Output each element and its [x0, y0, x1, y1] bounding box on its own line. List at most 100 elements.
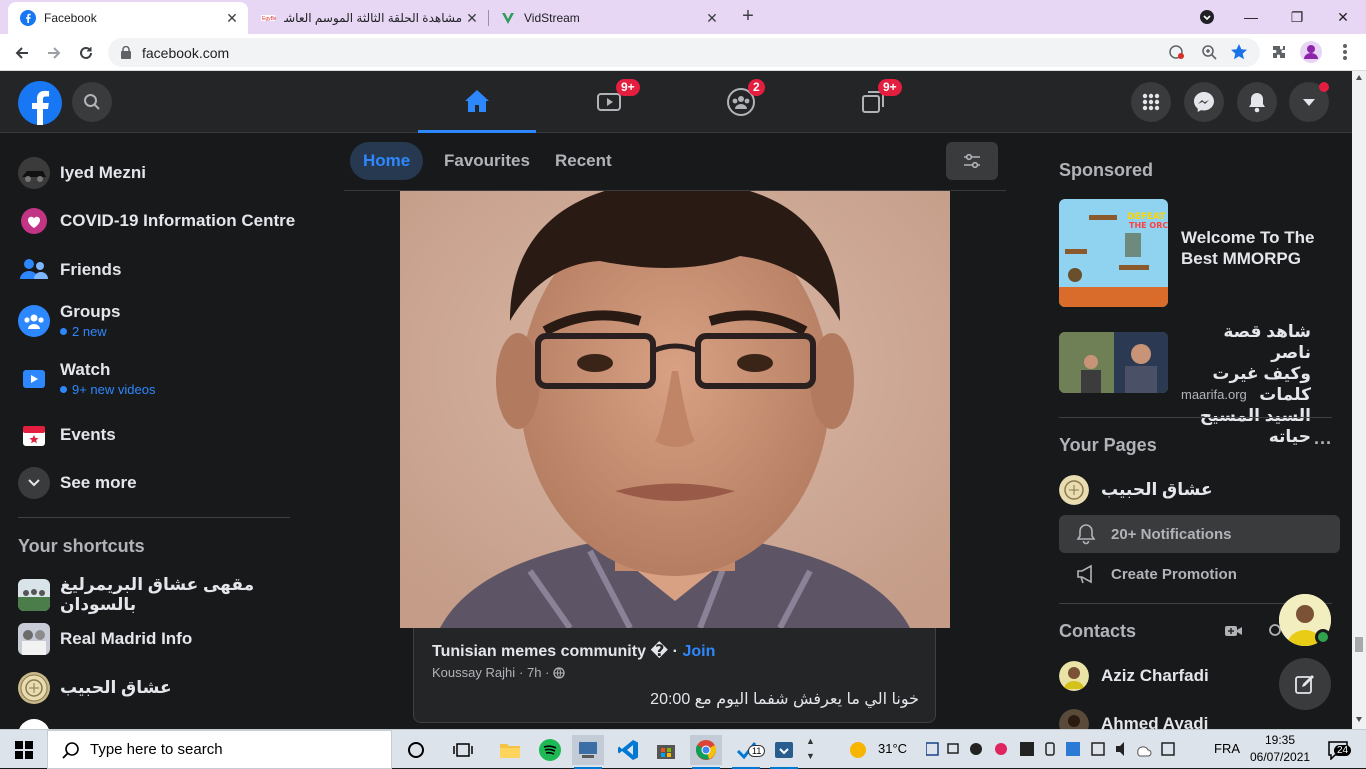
close-tab-icon[interactable]: ✕: [702, 8, 722, 28]
facebook-logo[interactable]: [18, 81, 62, 125]
shortcut-item[interactable]: Real Madrid Info: [8, 623, 308, 655]
vscode-icon[interactable]: [612, 735, 644, 765]
create-promotion-button[interactable]: Create Promotion: [1059, 555, 1340, 593]
join-group-link[interactable]: Join: [682, 643, 715, 660]
post-image[interactable]: [400, 191, 950, 628]
snip-tool-icon[interactable]: [768, 735, 800, 769]
tray-icons[interactable]: [925, 740, 1176, 761]
vscode-badge-icon[interactable]: 11: [730, 735, 766, 769]
remote-desktop-icon[interactable]: [572, 735, 604, 769]
sidebar-item-label: Groups: [60, 302, 121, 321]
restore-button[interactable]: ❐: [1286, 6, 1308, 28]
clock[interactable]: 19:35 06/07/2021: [1250, 732, 1310, 766]
sidebar-item-sub: 9+ new videos: [60, 382, 155, 397]
tab-home[interactable]: Home: [350, 142, 424, 180]
cookie-blocked-icon[interactable]: [1166, 41, 1188, 63]
file-explorer-icon[interactable]: [494, 735, 526, 765]
page-item[interactable]: عشاق الحبيب: [1059, 475, 1213, 505]
nav-watch[interactable]: 9+: [550, 71, 668, 133]
extensions-icon[interactable]: [1268, 41, 1290, 63]
reload-button[interactable]: [74, 41, 98, 65]
compose-icon: [1295, 675, 1314, 694]
weather-icon[interactable]: [842, 735, 874, 765]
tab-search-button[interactable]: [1196, 6, 1218, 28]
tab-favourites[interactable]: Favourites: [431, 142, 543, 180]
address-bar[interactable]: facebook.com: [108, 38, 1260, 67]
facebook-f-icon: [32, 90, 50, 125]
groups-badge: 2: [748, 79, 765, 96]
cortana-icon[interactable]: [400, 735, 432, 765]
contact-item[interactable]: Ahmed Ayadi: [1059, 709, 1208, 729]
account-button[interactable]: [1289, 82, 1329, 122]
shortcuts-title: Your shortcuts: [18, 536, 145, 556]
post-meta: Koussay Rajhi · 7h ·: [432, 665, 566, 680]
browser-tab-strip: Facebook ✕ EgyBest مشاهدة الحلقة الثالثة…: [0, 0, 1366, 34]
sidebar-item-profile[interactable]: Iyed Mezni: [8, 157, 308, 189]
messenger-button[interactable]: [1184, 82, 1224, 122]
post-time[interactable]: · 7h ·: [519, 665, 549, 680]
action-center-icon[interactable]: 24: [1322, 735, 1354, 765]
nav-groups[interactable]: 2: [682, 71, 800, 133]
page-avatar: [1059, 475, 1089, 505]
ad-image-maarifa[interactable]: [1059, 332, 1168, 393]
new-tab-button[interactable]: +: [738, 6, 758, 27]
new-message-button[interactable]: [1279, 658, 1331, 710]
chrome-icon[interactable]: [690, 735, 722, 769]
zoom-icon[interactable]: [1198, 41, 1220, 63]
post-text: خونا الي ما يعرفش شفما اليوم مع 20:00: [650, 691, 919, 708]
tab-title: مشاهدة الحلقة الثالثة الموسم العاشر: [284, 11, 462, 25]
sidebar-item-events[interactable]: Events: [8, 419, 308, 451]
profile-avatar[interactable]: [1300, 41, 1322, 63]
chrome-menu-icon[interactable]: [1334, 41, 1356, 63]
new-room-icon[interactable]: [1224, 623, 1244, 644]
sidebar-item-label: Iyed Mezni: [60, 163, 146, 182]
facebook-icon: [20, 10, 36, 26]
tab-vidstream[interactable]: VidStream ✕: [488, 2, 728, 34]
shortcut-item[interactable]: عشاق الحبيب: [8, 672, 308, 704]
store-icon[interactable]: [650, 735, 682, 765]
ad-title-mmorpg[interactable]: Welcome To The Best MMORPG: [1181, 227, 1315, 269]
tab-recent[interactable]: Recent: [542, 142, 625, 180]
taskbar-search[interactable]: Type here to search: [47, 730, 392, 769]
language-indicator[interactable]: FRA: [1214, 741, 1240, 756]
svg-text:EgyBest: EgyBest: [262, 16, 276, 22]
ad-title-maarifa[interactable]: شاهد قصة ناصر وكيف غيرت كلمات السيد المس…: [1181, 321, 1311, 447]
tab-facebook[interactable]: Facebook ✕: [8, 2, 248, 34]
taskbar-overflow-arrows[interactable]: ▲ ▼: [806, 734, 815, 764]
messenger-icon: [1194, 92, 1214, 112]
sidebar-item-covid[interactable]: COVID-19 Information Centre: [8, 205, 308, 237]
back-button[interactable]: [10, 41, 34, 65]
shortcut-item[interactable]: مقهى عشاق البريمرليغ بالسودان: [8, 575, 308, 615]
close-tab-icon[interactable]: ✕: [462, 8, 482, 28]
minimize-button[interactable]: —: [1240, 6, 1262, 28]
search-button[interactable]: [72, 82, 112, 122]
start-button[interactable]: [8, 735, 40, 765]
sidebar-item-groups[interactable]: Groups 2 new: [8, 302, 308, 339]
tab-episode[interactable]: EgyBest مشاهدة الحلقة الثالثة الموسم الع…: [248, 2, 488, 34]
page-notifications-button[interactable]: 20+ Notifications: [1059, 515, 1340, 553]
close-window-button[interactable]: ✕: [1332, 6, 1354, 28]
nav-home[interactable]: [418, 71, 536, 133]
more-options-icon[interactable]: ···: [1314, 433, 1332, 454]
contact-item[interactable]: Aziz Charfadi: [1059, 661, 1209, 691]
scrollbar-thumb[interactable]: [1355, 637, 1363, 652]
menu-button[interactable]: [1131, 82, 1171, 122]
sidebar-item-friends[interactable]: Friends: [8, 254, 308, 286]
sidebar-item-see-more[interactable]: See more: [8, 467, 308, 499]
notifications-button[interactable]: [1237, 82, 1277, 122]
page-scrollbar[interactable]: [1352, 71, 1366, 729]
sidebar-item-watch[interactable]: Watch 9+ new videos: [8, 360, 308, 397]
calendar-icon: [18, 419, 50, 451]
group-name-link[interactable]: Tunisian memes community �: [432, 643, 668, 660]
close-tab-icon[interactable]: ✕: [222, 8, 242, 28]
bookmark-star-icon[interactable]: [1228, 41, 1250, 63]
author-link[interactable]: Koussay Rajhi: [432, 665, 515, 680]
feed-filter-button[interactable]: [946, 142, 998, 180]
weather-text[interactable]: 31°C: [878, 741, 907, 756]
nav-gaming[interactable]: 9+: [814, 71, 932, 133]
forward-button[interactable]: [42, 41, 66, 65]
ad-image-mmorpg[interactable]: DEFEAT THE ORC: [1059, 199, 1168, 307]
spotify-icon[interactable]: [534, 735, 566, 765]
system-tray-icons: [925, 742, 1175, 757]
task-view-icon[interactable]: [447, 735, 479, 765]
